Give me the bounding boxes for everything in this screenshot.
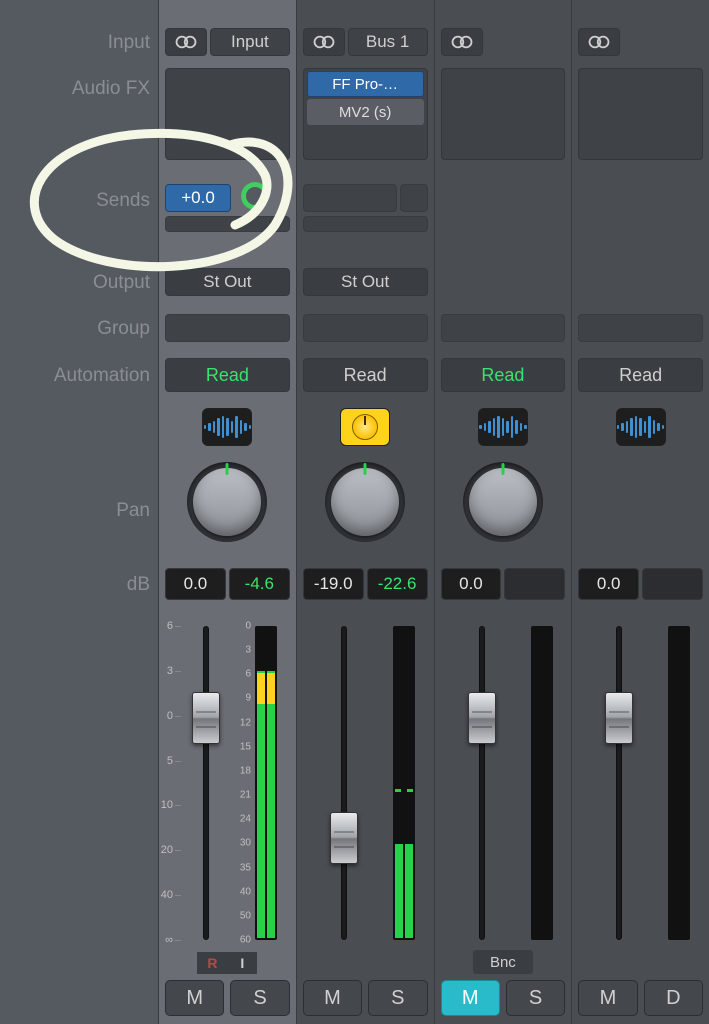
group-slot[interactable]: [578, 314, 703, 342]
fader-meter-area: [435, 618, 572, 948]
input-slot[interactable]: Input: [210, 28, 290, 56]
input-slot[interactable]: Bus 1: [348, 28, 428, 56]
label-group: Group: [97, 318, 150, 340]
fader-track[interactable]: [616, 626, 622, 940]
label-sends: Sends: [96, 190, 150, 212]
send-knob-empty[interactable]: [400, 184, 428, 212]
stereo-icon[interactable]: [165, 28, 207, 56]
fader-db-readout: 0.0: [165, 568, 226, 600]
fx-insert[interactable]: FF Pro-…: [307, 71, 424, 97]
fader-cap[interactable]: [468, 692, 496, 744]
fader-track[interactable]: [203, 626, 209, 940]
send-slot-empty[interactable]: [303, 216, 428, 232]
fader-cap[interactable]: [192, 692, 220, 744]
audio-fx-area[interactable]: [165, 68, 290, 160]
send-knob[interactable]: [241, 182, 269, 210]
send-slot-empty[interactable]: [165, 216, 290, 232]
waveform-icon[interactable]: [202, 408, 252, 446]
stereo-icon[interactable]: [578, 28, 620, 56]
level-meter: [393, 626, 415, 940]
pan-knob[interactable]: [325, 462, 405, 542]
stereo-icon[interactable]: [441, 28, 483, 56]
label-output: Output: [93, 272, 150, 294]
input-monitor[interactable]: I: [227, 952, 257, 974]
solo-button[interactable]: D: [644, 980, 703, 1016]
label-automation: Automation: [54, 365, 150, 387]
fader-db-readout: -19.0: [303, 568, 364, 600]
record-input-buttons[interactable]: R I: [197, 952, 257, 974]
meter-db-readout: -4.6: [229, 568, 290, 600]
fader-meter-area: [297, 618, 434, 948]
channel-strip: Read 0.0 Bnc M S: [434, 0, 572, 1024]
pan-knob[interactable]: [463, 462, 543, 542]
solo-button[interactable]: S: [368, 980, 427, 1016]
level-meter: [668, 626, 690, 940]
meter-db-readout: [642, 568, 703, 600]
bounce-button[interactable]: Bnc: [473, 950, 533, 974]
fader-db-readout: 0.0: [441, 568, 502, 600]
channel-strip: Bus 1 FF Pro-…MV2 (s) St Out Read -19.0 -…: [296, 0, 434, 1024]
automation-mode[interactable]: Read: [165, 358, 290, 392]
fader-cap[interactable]: [330, 812, 358, 864]
automation-mode[interactable]: Read: [441, 358, 566, 392]
row-labels: Input Audio FX Sends Output Group Automa…: [0, 0, 158, 1024]
input-mode-icon[interactable]: [340, 408, 390, 446]
stereo-icon[interactable]: [303, 28, 345, 56]
solo-button[interactable]: S: [230, 980, 289, 1016]
channel-strip: Read 0.0 M D: [571, 0, 709, 1024]
automation-mode[interactable]: Read: [578, 358, 703, 392]
fader-cap[interactable]: [605, 692, 633, 744]
send-level[interactable]: +0.0: [165, 184, 231, 212]
mute-button[interactable]: M: [165, 980, 224, 1016]
mute-button[interactable]: M: [578, 980, 637, 1016]
fader-meter-area: 6 3 0 5 10 20 40 ∞0369121518212430354050…: [159, 618, 296, 948]
mute-button[interactable]: M: [441, 980, 500, 1016]
level-meter: [255, 626, 277, 940]
label-db: dB: [127, 574, 150, 596]
group-slot[interactable]: [303, 314, 428, 342]
channel-strip: Input +0.0 St Out Read 0.0 -4.6 6 3: [158, 0, 296, 1024]
output-slot[interactable]: St Out: [303, 268, 428, 296]
group-slot[interactable]: [441, 314, 566, 342]
output-slot[interactable]: St Out: [165, 268, 290, 296]
meter-db-readout: [504, 568, 565, 600]
audio-fx-area[interactable]: FF Pro-…MV2 (s): [303, 68, 428, 160]
waveform-icon[interactable]: [616, 408, 666, 446]
fader-track[interactable]: [479, 626, 485, 940]
label-audio-fx: Audio FX: [72, 78, 150, 100]
audio-fx-area[interactable]: [578, 68, 703, 160]
audio-fx-area[interactable]: [441, 68, 566, 160]
label-input: Input: [108, 32, 150, 54]
pan-knob[interactable]: [187, 462, 267, 542]
fx-insert[interactable]: MV2 (s): [307, 99, 424, 125]
label-pan: Pan: [116, 500, 150, 522]
waveform-icon[interactable]: [478, 408, 528, 446]
fader-track[interactable]: [341, 626, 347, 940]
fader-db-readout: 0.0: [578, 568, 639, 600]
mute-button[interactable]: M: [303, 980, 362, 1016]
record-enable[interactable]: R: [197, 952, 227, 974]
fader-meter-area: [572, 618, 709, 948]
send-slot-empty[interactable]: [303, 184, 397, 212]
meter-db-readout: -22.6: [367, 568, 428, 600]
group-slot[interactable]: [165, 314, 290, 342]
solo-button[interactable]: S: [506, 980, 565, 1016]
level-meter: [531, 626, 553, 940]
automation-mode[interactable]: Read: [303, 358, 428, 392]
